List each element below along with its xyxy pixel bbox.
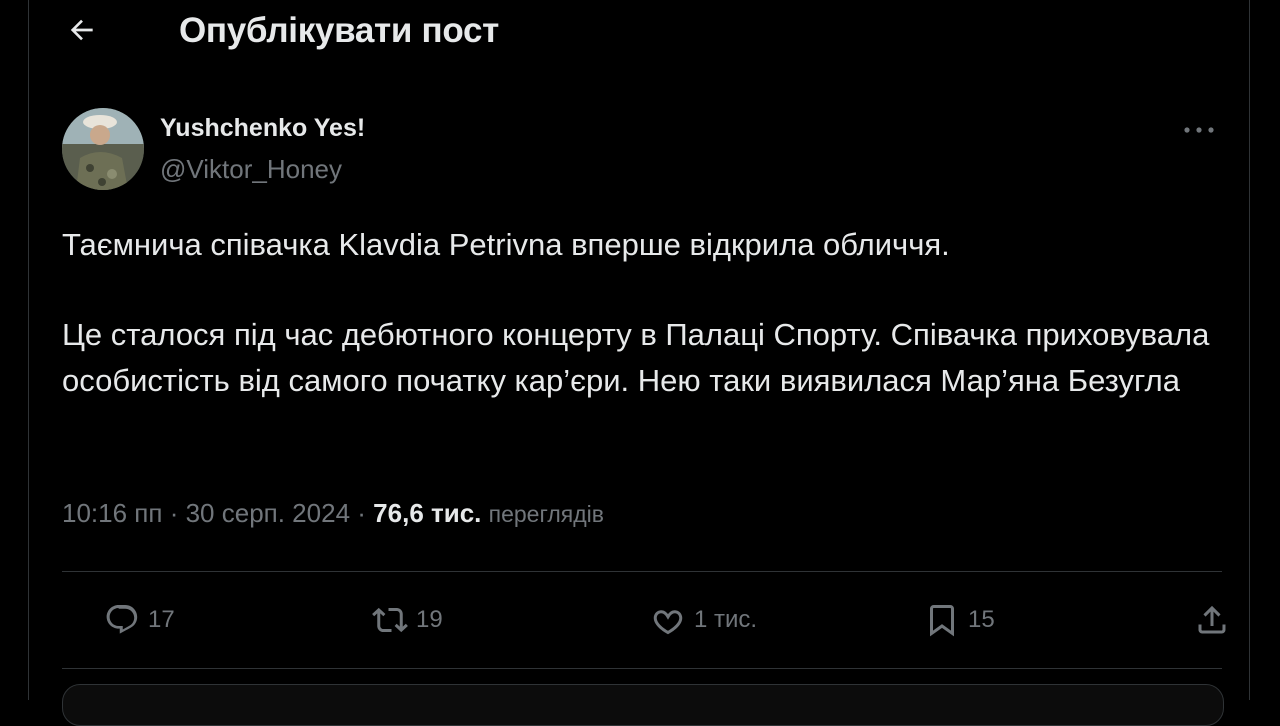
views-count: 76,6 тис. [373,498,482,528]
more-horizontal-icon [1183,121,1215,139]
divider [62,668,1222,669]
post-detail-column: Опублікувати пост Yushchenko Yes! @Vikto… [28,0,1250,726]
views-label: переглядів [488,501,604,527]
post-time[interactable]: 10:16 пп [62,498,162,528]
repost-button[interactable]: 19 [372,598,443,642]
more-options-button[interactable] [1177,112,1221,148]
post-paragraph: Таємнича співачка Klavdia Petrivna вперш… [62,227,950,262]
like-count: 1 тис. [694,606,758,633]
post-metadata: 10:16 пп · 30 серп. 2024 · 76,6 тис. пер… [62,498,604,529]
repost-icon [372,602,408,638]
post-date[interactable]: 30 серп. 2024 [186,498,350,528]
share-icon [1194,602,1230,638]
bookmark-button[interactable]: 15 [924,598,995,642]
post-paragraph: Це сталося під час дебютного концерту в … [62,317,1210,398]
bookmark-icon [924,602,960,638]
bookmark-count: 15 [968,606,995,633]
reply-button[interactable]: 17 [104,598,175,642]
share-button[interactable] [1194,598,1230,642]
page-title: Опублікувати пост [179,11,499,50]
author-handle[interactable]: @Viktor_Honey [160,154,342,185]
heart-icon [650,602,686,638]
avatar[interactable] [62,108,144,190]
like-button[interactable]: 1 тис. [650,598,757,642]
arrow-left-icon [66,14,98,51]
reply-composer[interactable] [62,684,1224,726]
reply-icon [104,602,140,638]
meta-separator: · [357,498,366,528]
page-header: Опублікувати пост [29,0,1249,64]
post-text: Таємнича співачка Klavdia Petrivna вперш… [62,222,1212,404]
repost-count: 19 [416,606,443,633]
author-display-name[interactable]: Yushchenko Yes! [160,114,365,143]
reply-count: 17 [148,606,175,633]
back-button[interactable] [62,12,102,52]
meta-separator: · [169,498,179,528]
post-actions-bar: 17 19 1 тис. 15 [62,572,1226,668]
